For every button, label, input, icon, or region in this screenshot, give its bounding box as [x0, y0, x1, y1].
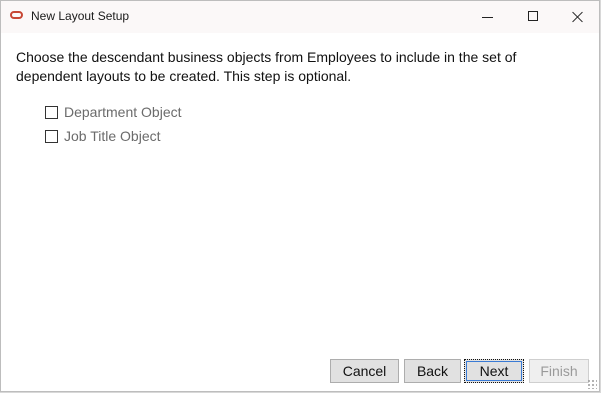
maximize-button[interactable]: [510, 1, 556, 33]
minimize-button[interactable]: [465, 1, 511, 33]
dialog-window: New Layout Setup Choose the descendant b…: [0, 0, 600, 392]
oracle-logo-icon: [10, 11, 23, 19]
back-button[interactable]: Back: [404, 359, 461, 383]
department-object-checkbox[interactable]: [45, 105, 58, 119]
department-object-label[interactable]: Department Object: [64, 104, 182, 120]
title-bar[interactable]: New Layout Setup: [1, 1, 599, 33]
job-title-object-checkbox[interactable]: [45, 129, 58, 143]
instructions-text: Choose the descendant business objects f…: [16, 49, 517, 84]
option-department-object[interactable]: Department Object: [45, 103, 182, 121]
option-job-title-object[interactable]: Job Title Object: [45, 127, 161, 145]
resize-grip-icon[interactable]: [587, 379, 597, 389]
minimize-icon: [482, 17, 493, 18]
next-button[interactable]: Next: [464, 359, 524, 383]
job-title-object-label[interactable]: Job Title Object: [64, 128, 161, 144]
maximize-icon: [528, 11, 538, 21]
finish-button: Finish: [529, 359, 589, 383]
close-icon: [571, 10, 585, 24]
window-title: New Layout Setup: [31, 9, 130, 23]
close-button[interactable]: [554, 1, 600, 33]
cancel-button[interactable]: Cancel: [330, 359, 399, 383]
